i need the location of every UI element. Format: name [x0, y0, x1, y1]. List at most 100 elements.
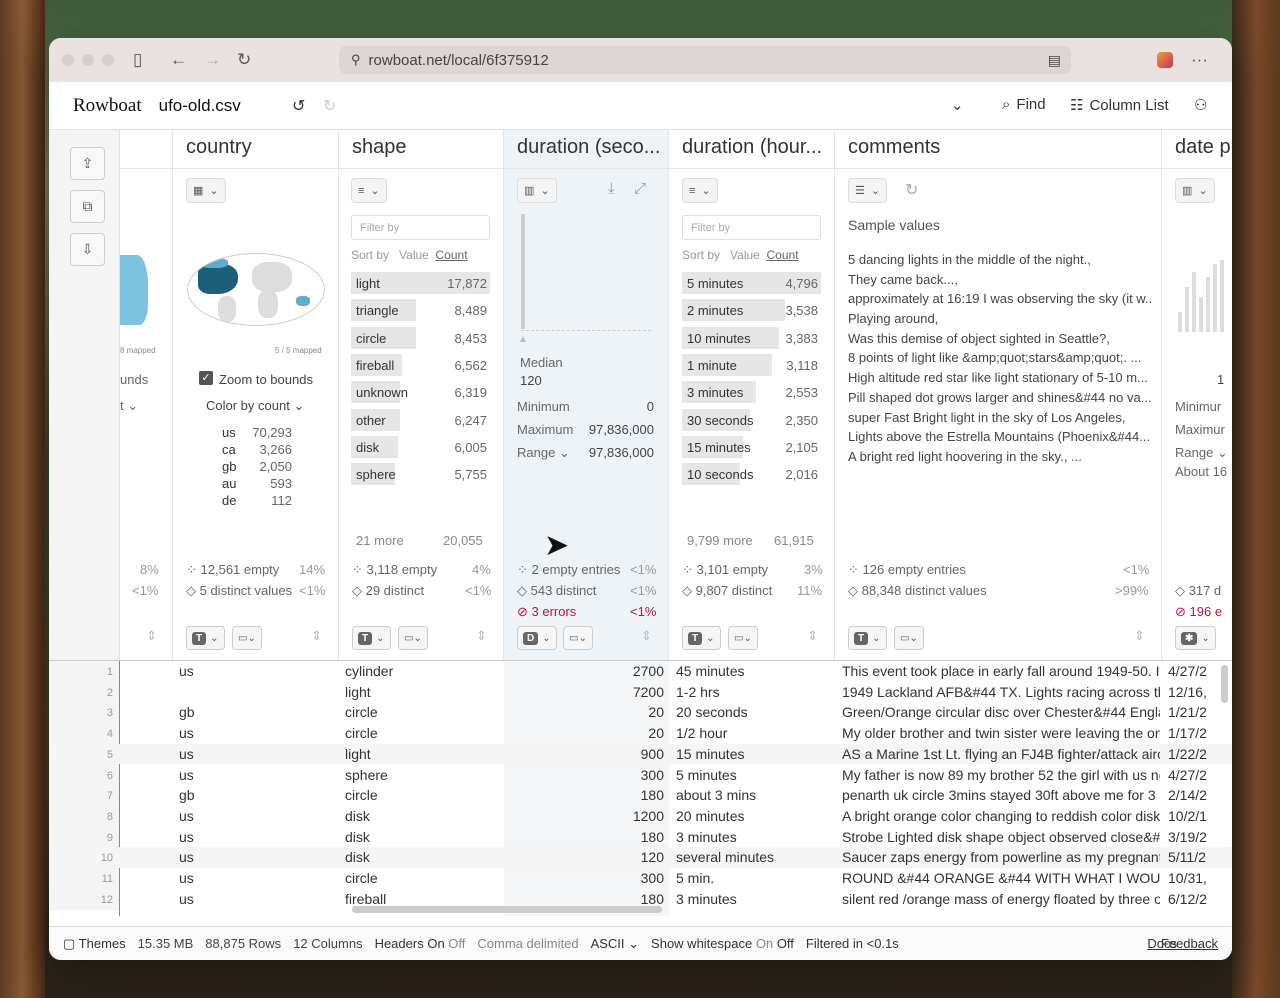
feedback-link[interactable]: Feedback — [1161, 936, 1218, 951]
cell-shape[interactable]: disk — [345, 829, 495, 845]
zoom-to-bounds-label[interactable]: Zoom to bounds — [219, 372, 313, 387]
sort-view-chip[interactable]: ≡ ⌄ — [682, 178, 718, 203]
cell-dsec[interactable]: 1200 — [509, 808, 664, 824]
delimiter-select[interactable]: Comma delimited — [477, 936, 578, 951]
redo-icon[interactable]: ↻ — [323, 96, 336, 116]
sort-view-chip[interactable]: ≡ ⌄ — [351, 178, 387, 203]
whitespace-toggle[interactable]: Show whitespace On Off — [651, 936, 794, 951]
cell-country[interactable]: us — [179, 891, 329, 907]
value-row[interactable]: circle 8,453 — [351, 326, 490, 349]
type-date-select[interactable]: ✱ ⌄ — [1175, 626, 1216, 650]
column-header[interactable]: duration (hour... — [682, 136, 822, 159]
type-text-select[interactable]: T ⌄ — [682, 626, 721, 650]
cell-dhour[interactable]: 20 minutes — [676, 808, 826, 824]
column-list-button[interactable]: ☷ Column List — [1070, 96, 1169, 115]
horizontal-scrollbar[interactable] — [352, 906, 662, 913]
cell-dhour[interactable]: 5 minutes — [676, 767, 826, 783]
back-icon[interactable]: ← — [170, 50, 187, 70]
cell-dsec[interactable]: 2700 — [509, 663, 664, 679]
chevron-down-icon[interactable]: ⌄ — [951, 96, 964, 114]
sort-arrows-icon[interactable]: ⇕ — [476, 628, 487, 644]
table-row[interactable]: 9 us disk 180 3 minutes Strobe Lighted disk s… — [49, 827, 1232, 848]
type-text-select[interactable]: T ⌄ — [186, 626, 225, 650]
cell-comment[interactable]: 1949 Lackland AFB&#44 TX. Lights racing … — [842, 684, 1160, 700]
value-row[interactable]: 5 minutes 4,796 — [682, 272, 821, 294]
sort-arrows-icon[interactable]: ⇕ — [311, 628, 322, 644]
cell-comment[interactable]: Saucer zaps energy from powerline as my … — [842, 849, 1160, 865]
sort-value-link[interactable]: Value — [730, 248, 760, 262]
value-row[interactable]: light 17,872 — [351, 272, 490, 294]
cell-shape[interactable]: light — [345, 684, 495, 700]
cell-shape[interactable]: circle — [345, 725, 495, 741]
cell-dhour[interactable]: 3 minutes — [676, 829, 826, 845]
cell-country[interactable]: us — [179, 663, 329, 679]
cell-dhour[interactable]: 5 min. — [676, 870, 826, 886]
refresh-icon[interactable]: ↻ — [905, 180, 918, 200]
sort-arrows-icon[interactable]: ⇕ — [807, 628, 818, 644]
column-header[interactable]: duration (seco... — [517, 136, 660, 159]
cell-date[interactable]: 5/11/2 — [1168, 849, 1218, 865]
cell-country[interactable]: gb — [179, 787, 329, 803]
sort-count-link[interactable]: Count — [436, 248, 468, 262]
sort-value-link[interactable]: Value — [399, 248, 429, 262]
table-row[interactable]: 10 us disk 120 several minutes Saucer zaps en… — [49, 847, 1232, 868]
cell-date[interactable]: 12/16, — [1168, 684, 1218, 700]
sample-view-chip[interactable]: ☰ ⌄ — [848, 178, 888, 203]
copy-icon[interactable]: ⧉ — [70, 190, 105, 223]
headers-on[interactable]: On — [427, 936, 444, 951]
cell-comment[interactable]: This event took place in early fall arou… — [842, 663, 1160, 679]
whitespace-on[interactable]: On — [756, 936, 773, 951]
table-row[interactable]: 5 us light 900 15 minutes AS a Marine 1st Lt.… — [49, 743, 1232, 765]
format-select[interactable]: ▭⌄ — [894, 626, 924, 650]
column-header[interactable]: shape — [352, 136, 407, 159]
cell-country[interactable]: us — [179, 725, 329, 741]
color-by-select[interactable]: Color by count ⌄ — [206, 398, 304, 414]
value-row[interactable]: 10 seconds 2,016 — [682, 463, 821, 486]
value-row[interactable]: 3 minutes 2,553 — [682, 381, 821, 404]
cell-country[interactable]: gb — [179, 704, 329, 720]
cell-dhour[interactable]: 1/2 hour — [676, 725, 826, 741]
user-icon[interactable]: ⚇ — [1194, 96, 1207, 114]
reload-icon[interactable]: ↻ — [237, 50, 251, 70]
table-row[interactable]: 8 us disk 1200 20 minutes A bright orange col… — [49, 806, 1232, 827]
address-bar[interactable]: ⚲ rowboat.net/local/6f375912 ▤ — [339, 46, 1071, 74]
cell-dhour[interactable]: about 3 mins — [676, 787, 826, 803]
headers-off[interactable]: Off — [448, 936, 465, 951]
table-row[interactable]: 7 gb circle 180 about 3 mins penarth uk circl… — [49, 785, 1232, 806]
find-button[interactable]: ⌕ Find — [1002, 96, 1046, 113]
cell-comment[interactable]: Green/Orange circular disc over Chester&… — [842, 704, 1160, 720]
cell-dhour[interactable]: several minutes — [676, 849, 826, 865]
cell-date[interactable]: 10/2/1 — [1168, 808, 1218, 824]
cell-country[interactable]: us — [179, 767, 329, 783]
cell-dsec[interactable]: 20 — [509, 725, 664, 741]
cell-date[interactable]: 4/27/2 — [1168, 663, 1218, 679]
cell-date[interactable]: 10/31, — [1168, 870, 1218, 886]
histogram-view-chip[interactable]: ▥ ⌄ — [1175, 178, 1215, 203]
expand-icon[interactable]: ⤢ — [634, 180, 646, 197]
traffic-lights[interactable] — [62, 54, 114, 66]
headers-toggle[interactable]: Headers On Off — [375, 936, 466, 951]
cell-country[interactable]: us — [179, 746, 329, 762]
value-row[interactable]: unknown 6,319 — [351, 381, 490, 404]
format-select[interactable]: ▭⌄ — [728, 626, 758, 650]
download-icon[interactable]: ⇩ — [70, 233, 105, 266]
more-menu-icon[interactable]: ··· — [1191, 50, 1208, 70]
cell-comment[interactable]: My father is now 89 my brother 52 the gi… — [842, 767, 1160, 783]
extension-icon[interactable] — [1157, 52, 1173, 68]
cell-dhour[interactable]: 20 seconds — [676, 704, 826, 720]
cell-shape[interactable]: circle — [345, 704, 495, 720]
errors-stat[interactable]: ⊘ 196 e — [1175, 604, 1222, 620]
cell-dsec[interactable]: 300 — [509, 767, 664, 783]
column-header[interactable]: country — [186, 136, 252, 159]
cell-date[interactable]: 1/17/2 — [1168, 725, 1218, 741]
whitespace-off[interactable]: Off — [777, 936, 794, 951]
cell-shape[interactable]: disk — [345, 808, 495, 824]
table-row[interactable]: 3 gb circle 20 20 seconds Green/Orange circul… — [49, 702, 1232, 723]
type-number-select[interactable]: D ⌄ — [517, 626, 557, 650]
cell-dhour[interactable]: 3 minutes — [676, 891, 826, 907]
format-select[interactable]: ▭⌄ — [563, 626, 593, 650]
cell-dsec[interactable]: 300 — [509, 870, 664, 886]
cell-date[interactable]: 2/14/2 — [1168, 787, 1218, 803]
cell-date[interactable]: 1/22/2 — [1168, 746, 1218, 762]
value-row[interactable]: triangle 8,489 — [351, 299, 490, 322]
